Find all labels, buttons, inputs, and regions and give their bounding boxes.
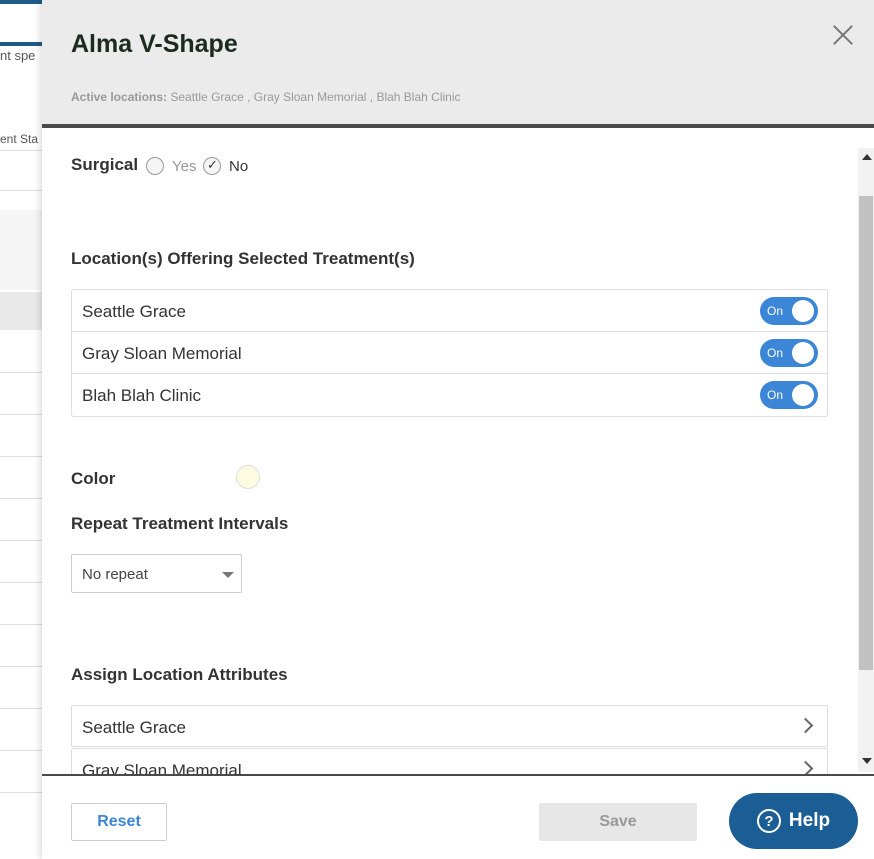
chevron-right-icon [797,717,814,734]
background-topbar [0,0,42,4]
surgical-no-label: No [229,158,249,175]
drawer-footer: Reset Save ? Help [42,774,874,859]
background-divider [0,792,42,793]
scrollbar[interactable] [858,148,874,772]
repeat-interval-select[interactable]: No repeat [71,554,242,593]
scrollbar-thumb[interactable] [859,196,873,670]
location-row: Seattle Grace On [72,290,827,332]
background-divider [0,750,42,751]
active-locations-value: Seattle Grace , Gray Sloan Memorial , Bl… [170,90,461,104]
location-name: Gray Sloan Memorial [82,344,242,363]
scroll-up-arrow-icon[interactable] [862,154,872,160]
attribute-location-name: Seattle Grace [82,718,186,737]
background-divider [0,372,42,373]
help-button[interactable]: ? Help [729,793,858,849]
background-gray-row [0,210,42,290]
background-divider [0,540,42,541]
location-toggle[interactable]: On [760,297,818,325]
surgical-no-radio[interactable] [203,157,221,175]
attributes-section-title: Assign Location Attributes [71,665,288,684]
attribute-row[interactable]: Seattle Grace [71,705,828,747]
save-button[interactable]: Save [539,803,697,841]
background-column-header: ent Sta [0,132,39,146]
location-toggle[interactable]: On [760,381,818,409]
caret-down-icon [222,572,234,578]
drawer-title: Alma V-Shape [71,30,238,58]
scroll-down-arrow-icon[interactable] [862,758,872,764]
location-name: Blah Blah Clinic [82,386,202,405]
background-divider [0,190,42,191]
background-divider [0,150,42,151]
reset-button[interactable]: Reset [71,803,167,841]
background-page: nt spe ent Sta [0,0,42,859]
background-tab-underline [0,42,42,46]
treatment-drawer: Alma V-Shape Active locations: Seattle G… [42,0,874,859]
toggle-knob [792,342,814,364]
location-row: Gray Sloan Memorial On [72,332,827,374]
attributes-list: Seattle Grace Gray Sloan Memorial [71,705,828,774]
surgical-yes-label: Yes [172,158,197,175]
background-divider [0,498,42,499]
color-label: Color [71,469,116,488]
location-row: Blah Blah Clinic On [72,374,827,416]
active-locations: Active locations: Seattle Grace , Gray S… [71,90,461,104]
surgical-yes-radio[interactable] [146,157,164,175]
drawer-header: Alma V-Shape Active locations: Seattle G… [42,0,874,128]
background-divider [0,708,42,709]
toggle-knob [792,300,814,322]
background-divider [0,582,42,583]
toggle-label: On [767,346,784,360]
background-gray-row [0,292,42,330]
background-divider [0,414,42,415]
toggle-knob [792,384,814,406]
location-name: Seattle Grace [82,302,186,321]
chevron-right-icon [797,760,814,774]
help-label: Help [788,810,831,831]
surgical-label: Surgical [71,155,139,174]
attribute-location-name: Gray Sloan Memorial [82,761,242,774]
drawer-content: Surgical Yes No Location(s) Offering Sel… [42,132,858,774]
location-toggle[interactable]: On [760,339,818,367]
background-divider [0,624,42,625]
background-text-fragment: nt spe [0,48,36,63]
locations-section-title: Location(s) Offering Selected Treatment(… [71,249,415,268]
attribute-row[interactable]: Gray Sloan Memorial [71,748,828,774]
help-icon: ? [756,809,781,833]
toggle-label: On [767,388,784,402]
background-divider [0,456,42,457]
background-divider [0,666,42,667]
repeat-section-title: Repeat Treatment Intervals [71,514,289,533]
close-icon[interactable] [830,22,856,48]
locations-table: Seattle Grace On Gray Sloan Memorial On … [71,289,828,417]
repeat-interval-value: No repeat [82,566,148,583]
toggle-label: On [767,304,784,318]
color-swatch[interactable] [236,465,260,489]
active-locations-label: Active locations: [71,90,168,104]
